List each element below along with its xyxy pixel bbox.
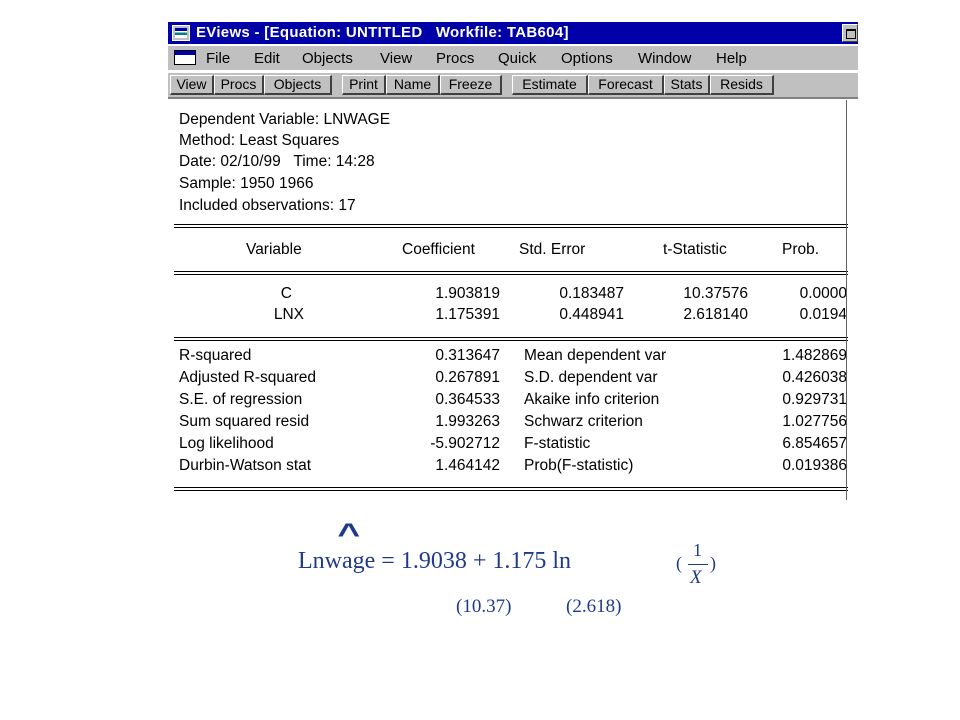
estimate-button[interactable]: Estimate [512, 75, 588, 95]
divider [174, 490, 848, 491]
eviews-app-icon[interactable] [172, 25, 190, 41]
window-right-border [846, 100, 847, 500]
fraction-numerator: 1 [693, 540, 702, 560]
slide: { "window": { "title": "EViews - [Equati… [0, 0, 960, 720]
stat-label: Durbin-Watson stat [179, 457, 312, 474]
menu-edit[interactable]: Edit [254, 50, 280, 67]
stat-label: R-squared [179, 347, 252, 364]
menu-procs[interactable]: Procs [436, 50, 474, 67]
divider [174, 487, 848, 488]
menu-options[interactable]: Options [561, 50, 613, 67]
paren-close: ) [710, 553, 716, 573]
prob-value: 0.0000 [799, 285, 847, 302]
stat-value: 0.313647 [435, 347, 500, 364]
equation-toolbar: View Procs Objects Print Name Freeze Est… [168, 73, 858, 99]
menu-objects[interactable]: Objects [302, 50, 353, 67]
stat-value: -5.902712 [430, 435, 500, 452]
eviews-window: EViews - [Equation: UNTITLED Workfile: T… [168, 22, 858, 500]
fitted-equation: Lnwage = 1.9038 + 1.175 ln [298, 548, 572, 574]
stat-value: 0.019386 [782, 457, 847, 474]
std-error-value: 0.448941 [559, 306, 624, 323]
objects-button[interactable]: Objects [264, 75, 332, 95]
document-control-icon[interactable] [174, 50, 196, 65]
col-header-std-error: Std. Error [519, 241, 586, 258]
divider [174, 340, 848, 341]
sample: Sample: 1950 1966 [179, 175, 314, 192]
paren-open: ( [676, 553, 682, 573]
col-header-variable: Variable [246, 241, 302, 258]
window-title: EViews - [Equation: UNTITLED Workfile: T… [196, 24, 569, 41]
title-bar[interactable]: EViews - [Equation: UNTITLED Workfile: T… [168, 22, 858, 44]
t-statistic-value: 10.37576 [683, 285, 748, 302]
std-error-value: 0.183487 [559, 285, 624, 302]
menu-help[interactable]: Help [716, 50, 747, 67]
menu-bar: File Edit Objects View Procs Quick Optio… [168, 46, 858, 70]
name-button[interactable]: Name [386, 75, 440, 95]
stat-label: S.D. dependent var [524, 369, 658, 386]
freeze-button[interactable]: Freeze [440, 75, 502, 95]
stat-label: Adjusted R-squared [179, 369, 316, 386]
stats-button[interactable]: Stats [664, 75, 710, 95]
menu-view[interactable]: View [380, 50, 412, 67]
observations: Included observations: 17 [179, 197, 356, 214]
menu-file[interactable]: File [206, 50, 230, 67]
menu-window[interactable]: Window [638, 50, 691, 67]
t-value-intercept: (10.37) [456, 596, 512, 617]
col-header-t-statistic: t-Statistic [663, 241, 727, 258]
stat-value: 0.929731 [782, 391, 847, 408]
prob-value: 0.0194 [799, 306, 847, 323]
menu-quick[interactable]: Quick [498, 50, 536, 67]
col-header-prob: Prob. [782, 241, 820, 258]
stat-value: 1.993263 [435, 413, 500, 430]
coefficient-value: 1.175391 [435, 306, 500, 323]
divider [174, 271, 848, 272]
date-time: Date: 02/10/99 Time: 14:28 [179, 153, 375, 170]
t-value-slope: (2.618) [566, 596, 622, 617]
view-button[interactable]: View [170, 75, 214, 95]
stat-label: Sum squared resid [179, 413, 310, 430]
stat-value: 1.464142 [435, 457, 500, 474]
stat-value: 1.027756 [782, 413, 847, 430]
stat-label: Akaike info criterion [524, 391, 660, 408]
fraction-denominator: X [690, 567, 702, 588]
t-statistic-value: 2.618140 [683, 306, 748, 323]
stat-value: 1.482869 [782, 347, 847, 364]
stat-label: Log likelihood [179, 435, 274, 452]
stat-value: 0.364533 [435, 391, 500, 408]
variable-name: C [280, 285, 292, 302]
procs-button[interactable]: Procs [214, 75, 264, 95]
stat-label: Schwarz criterion [524, 413, 643, 430]
stat-label: S.E. of regression [179, 391, 303, 408]
hat-symbol: ^ [337, 518, 361, 551]
restore-icon[interactable] [842, 24, 858, 42]
fraction-bar [688, 564, 708, 565]
stat-value: 6.854657 [782, 435, 847, 452]
divider [174, 224, 848, 225]
col-header-coefficient: Coefficient [402, 241, 475, 258]
dependent-variable: Dependent Variable: LNWAGE [179, 111, 391, 128]
divider [174, 227, 848, 228]
variable-name: LNX [273, 306, 304, 323]
regression-output: Dependent Variable: LNWAGE Method: Least… [168, 101, 848, 500]
stat-value: 0.267891 [435, 369, 500, 386]
divider [174, 337, 848, 338]
stat-label: F-statistic [524, 435, 591, 452]
stat-label: Mean dependent var [524, 347, 667, 364]
divider [174, 274, 848, 275]
print-button[interactable]: Print [342, 75, 386, 95]
resids-button[interactable]: Resids [710, 75, 774, 95]
stat-label: Prob(F-statistic) [524, 457, 634, 474]
coefficient-value: 1.903819 [435, 285, 500, 302]
reciprocal-fraction: ( 1 X ) [672, 538, 726, 594]
method: Method: Least Squares [179, 132, 340, 149]
forecast-button[interactable]: Forecast [588, 75, 664, 95]
stat-value: 0.426038 [782, 369, 847, 386]
